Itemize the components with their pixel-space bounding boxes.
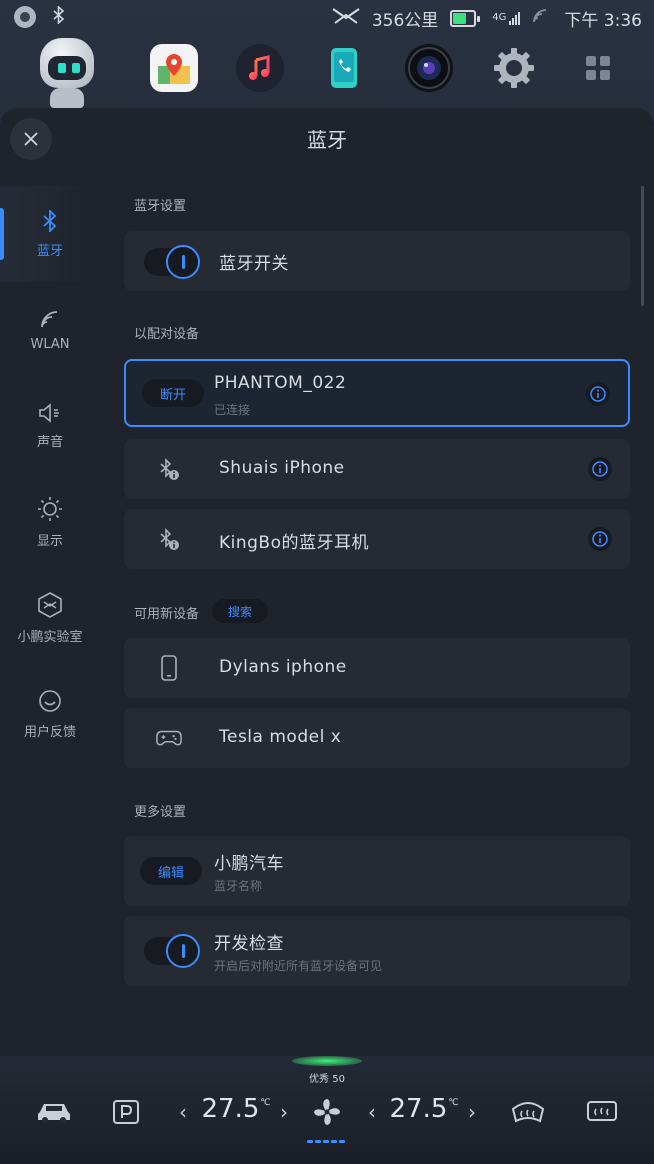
paired-device-row[interactable]: KingBo的蓝牙耳机 bbox=[124, 509, 630, 569]
bluetooth-toggle[interactable] bbox=[144, 245, 200, 279]
device-name: KingBo的蓝牙耳机 bbox=[219, 533, 369, 553]
parking-icon[interactable] bbox=[110, 1094, 142, 1130]
sidebar-item-label: 显示 bbox=[36, 533, 63, 549]
left-temp-down-button[interactable]: ‹ bbox=[175, 1094, 191, 1130]
available-device-row[interactable]: Tesla model x bbox=[124, 708, 630, 768]
device-name-row: 编辑 小鹏汽车 蓝牙名称 bbox=[124, 836, 630, 906]
left-temp-value: 27.5 bbox=[201, 1094, 260, 1124]
robot-assistant-icon[interactable] bbox=[36, 38, 98, 108]
device-name: Dylans iphone bbox=[219, 657, 347, 677]
sidebar-item-feedback[interactable]: 用户反馈 bbox=[0, 666, 100, 762]
xpeng-logo-icon bbox=[332, 8, 360, 29]
brightness-icon bbox=[38, 496, 62, 521]
info-icon[interactable] bbox=[588, 527, 612, 551]
fan-icon[interactable] bbox=[310, 1094, 344, 1130]
device-status: 已连接 bbox=[214, 403, 251, 417]
settings-sidebar: 蓝牙 WLAN 声音 显示 小鹏实验室 用户反馈 bbox=[0, 186, 100, 762]
dev-check-toggle[interactable] bbox=[144, 934, 200, 968]
section-label-settings: 蓝牙设置 bbox=[134, 199, 187, 214]
bluetooth-switch-row: 蓝牙开关 bbox=[124, 231, 630, 291]
sidebar-item-label: WLAN bbox=[30, 336, 70, 352]
fan-level-indicator bbox=[307, 1140, 345, 1143]
bluetooth-device-name: 小鹏汽车 bbox=[214, 854, 284, 874]
section-label-more: 更多设置 bbox=[134, 805, 187, 820]
network-type: 4G bbox=[492, 12, 507, 23]
disconnect-button[interactable]: 断开 bbox=[142, 379, 204, 407]
sidebar-item-bluetooth[interactable]: 蓝牙 bbox=[0, 186, 100, 282]
bluetooth-icon bbox=[43, 209, 57, 232]
smile-icon bbox=[39, 689, 61, 712]
device-name: Tesla model x bbox=[219, 727, 342, 747]
phone-icon bbox=[156, 655, 182, 681]
info-icon[interactable] bbox=[588, 457, 612, 481]
bluetooth-status-icon bbox=[52, 5, 66, 28]
section-label-available: 可用新设备 bbox=[134, 607, 200, 622]
status-bar: 356公里 4G 下午 3:36 bbox=[0, 0, 654, 36]
scrollbar[interactable] bbox=[641, 186, 644, 306]
sidebar-item-label: 蓝牙 bbox=[36, 243, 63, 259]
left-temperature: 27.5 ℃ bbox=[201, 1094, 271, 1130]
temp-unit: ℃ bbox=[448, 1098, 459, 1108]
dev-check-label: 开发检查 bbox=[214, 934, 284, 954]
right-temp-up-button[interactable]: › bbox=[464, 1094, 480, 1130]
gamepad-icon bbox=[156, 725, 182, 751]
sidebar-item-display[interactable]: 显示 bbox=[0, 474, 100, 570]
temp-unit: ℃ bbox=[260, 1098, 271, 1108]
range-text: 356公里 bbox=[371, 11, 439, 31]
available-device-row[interactable]: Dylans iphone bbox=[124, 638, 630, 698]
app-dock bbox=[0, 36, 654, 108]
left-temp-up-button[interactable]: › bbox=[276, 1094, 292, 1130]
sidebar-item-sound[interactable]: 声音 bbox=[0, 378, 100, 474]
bluetooth-device-icon bbox=[156, 456, 182, 482]
lab-icon bbox=[38, 591, 62, 618]
right-temp-down-button[interactable]: ‹ bbox=[364, 1094, 380, 1130]
info-icon[interactable] bbox=[586, 382, 610, 406]
right-temp-value: 27.5 bbox=[389, 1094, 448, 1124]
user-avatar[interactable] bbox=[14, 6, 36, 28]
sidebar-item-label: 用户反馈 bbox=[23, 724, 76, 740]
device-name: Shuais iPhone bbox=[219, 458, 345, 478]
settings-app-icon[interactable] bbox=[490, 44, 538, 92]
sidebar-item-label: 声音 bbox=[36, 434, 63, 450]
edit-button[interactable]: 编辑 bbox=[140, 857, 202, 885]
car-icon[interactable] bbox=[34, 1094, 74, 1130]
front-defrost-icon[interactable] bbox=[510, 1094, 546, 1130]
eco-score: 优秀 50 bbox=[309, 1074, 345, 1085]
speaker-icon bbox=[39, 402, 59, 423]
wifi-status-icon bbox=[532, 8, 552, 29]
bluetooth-device-icon bbox=[156, 526, 182, 552]
map-app-icon[interactable] bbox=[150, 44, 198, 92]
panel-title: 蓝牙 bbox=[307, 128, 347, 152]
search-button[interactable]: 搜索 bbox=[212, 599, 268, 623]
paired-device-row[interactable]: Shuais iPhone bbox=[124, 439, 630, 499]
bluetooth-device-name-sub: 蓝牙名称 bbox=[214, 879, 263, 893]
section-label-paired: 以配对设备 bbox=[134, 327, 200, 342]
camera-app-icon[interactable] bbox=[405, 44, 453, 92]
eco-indicator bbox=[292, 1056, 362, 1066]
clock: 下午 3:36 bbox=[564, 11, 642, 31]
dev-check-row: 开发检查 开启后对附近所有蓝牙设备可见 bbox=[124, 916, 630, 986]
battery-icon bbox=[450, 10, 480, 27]
paired-device-row[interactable]: 断开 PHANTOM_022 已连接 bbox=[124, 359, 630, 427]
wifi-icon bbox=[41, 310, 58, 327]
sidebar-item-wlan[interactable]: WLAN bbox=[0, 282, 100, 378]
sidebar-item-lab[interactable]: 小鹏实验室 bbox=[0, 570, 100, 666]
right-temperature: 27.5 ℃ bbox=[389, 1094, 459, 1130]
dev-check-sub: 开启后对附近所有蓝牙设备可见 bbox=[214, 959, 383, 973]
rear-defrost-icon[interactable] bbox=[584, 1094, 620, 1130]
sidebar-item-label: 小鹏实验室 bbox=[17, 629, 83, 645]
apps-grid-icon[interactable] bbox=[574, 44, 622, 92]
climate-bar: 优秀 50 ‹ 27.5 ℃ › ‹ 27.5 ℃ › bbox=[0, 1056, 654, 1164]
phone-app-icon[interactable] bbox=[320, 44, 368, 92]
music-app-icon[interactable] bbox=[236, 44, 284, 92]
cellular-signal-icon: 4G bbox=[492, 12, 521, 25]
device-name: PHANTOM_022 bbox=[214, 373, 347, 393]
bluetooth-settings-panel: 蓝牙 蓝牙 WLAN 声音 显示 小鹏实验室 用户反馈 蓝牙设置 蓝牙开关 以配… bbox=[0, 108, 654, 1056]
bluetooth-switch-label: 蓝牙开关 bbox=[219, 254, 289, 274]
